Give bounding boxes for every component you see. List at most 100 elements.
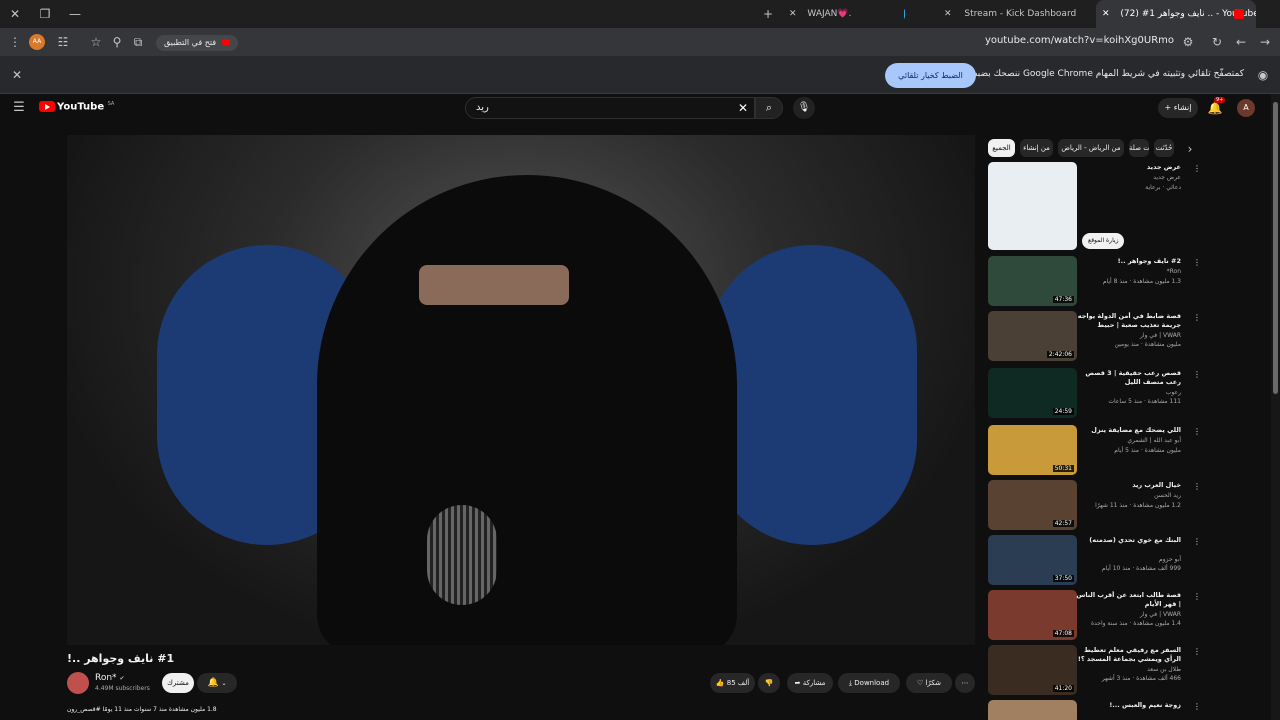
chip-all[interactable]: الجميع (988, 139, 1015, 157)
default-browser-infobar: ✕ ننصحك بضبط Google Chrome كمتصفّح تلقائ… (0, 56, 1280, 94)
rec-duration: 2:42:06 (1046, 351, 1074, 358)
download-icon: ⤓ (848, 679, 853, 687)
more-vert-icon[interactable]: ⋮ (1193, 370, 1201, 379)
recommendation-item[interactable]: 2:42:06 قصة ضابط في أمن الدولة يواجه جري… (988, 311, 1203, 363)
video-player[interactable] (67, 135, 975, 645)
more-actions-button[interactable]: ⋯ (955, 673, 975, 693)
channel-name[interactable]: Ron* ✔ (95, 673, 124, 683)
recommendation-item[interactable]: 37:50 البنك مع خوي تحدي (صدمته) أبو حزوم… (988, 535, 1203, 587)
open-in-app-label: فتح في التطبيق (164, 38, 217, 47)
forward-icon[interactable]: ← (1231, 32, 1251, 52)
recommendation-item[interactable]: 50:31 اللي يضحك مع مضايقة ينزل أبو عبد ا… (988, 425, 1203, 477)
rec-title: عرض جديد (1146, 163, 1181, 171)
more-vert-icon[interactable]: ⋮ (1193, 482, 1201, 491)
chip-from-riyadh[interactable]: من الرياض - الرياض (1058, 139, 1124, 157)
youtube-logo[interactable]: YouTube SA (39, 101, 114, 115)
close-tab-icon[interactable]: ✕ (1102, 9, 1110, 19)
bookmark-star-icon[interactable]: ☆ (86, 32, 106, 52)
download-button[interactable]: ⤓ Download (838, 673, 900, 693)
close-infobar-icon[interactable]: ✕ (7, 65, 27, 85)
tab-wajan[interactable]: ✕ WAJAN💗. (785, 0, 905, 28)
thanks-label: شكرًا (925, 679, 942, 687)
restore-window-icon[interactable]: ❐ (35, 4, 55, 24)
youtube-play-icon (39, 101, 55, 112)
zoom-icon[interactable]: ⚲ (107, 32, 127, 52)
open-in-app-button[interactable]: فتح في التطبيق (156, 35, 238, 51)
reload-icon[interactable]: ↻ (1207, 32, 1227, 52)
dislike-button[interactable]: 👎 (758, 673, 780, 693)
voice-search-button[interactable]: 🎙 (793, 97, 815, 119)
scrollbar-thumb[interactable] (1273, 102, 1278, 394)
chrome-icon: ◉ (1257, 68, 1269, 82)
back-icon[interactable]: → (1255, 32, 1275, 52)
recommendation-item[interactable]: 47:36 #2 نايف وجواهر ..! Ron* 1.3 مليون … (988, 256, 1203, 308)
like-button[interactable]: 👍 85 ألف (710, 673, 755, 693)
channel-name-text: Ron* (95, 673, 117, 683)
rec-thumbnail[interactable]: 50:31 (988, 425, 1077, 475)
new-tab-icon[interactable]: + (758, 4, 778, 24)
rec-meta: 999 ألف مشاهدة · منذ 10 أيام (1101, 565, 1181, 572)
subscribe-button[interactable]: مشترك (162, 673, 194, 693)
rec-duration: 50:31 (1052, 465, 1074, 472)
search-icon: ⌕ (765, 101, 773, 114)
rec-thumbnail[interactable]: 47:08 (988, 590, 1077, 640)
hamburger-menu-icon[interactable]: ☰ (9, 98, 29, 118)
close-tab-icon[interactable]: ✕ (789, 9, 797, 19)
chips-next-arrow-icon[interactable]: › (1180, 139, 1200, 159)
recommendation-item[interactable]: 24:59 قصص رعب حقيقية | 3 قصص رعب متصف ال… (988, 368, 1203, 420)
more-vert-icon[interactable]: ⋮ (1193, 427, 1201, 436)
create-button[interactable]: + إنشاء (1158, 98, 1198, 118)
rec-title: البنك مع خوي تحدي (صدمته) (1089, 536, 1181, 544)
thanks-button[interactable]: ♡ شكرًا (906, 673, 952, 693)
more-vert-icon[interactable]: ⋮ (1193, 537, 1201, 546)
more-vert-icon[interactable]: ⋮ (1193, 313, 1201, 322)
tab-kick-dashboard[interactable]: ✕ Stream - Kick Dashboard (940, 0, 1090, 28)
rec-thumbnail[interactable]: 24:59 (988, 368, 1077, 418)
sponsored-card[interactable]: عرض جديد عرض جديد دعائي · برعاية زيارة ا… (988, 162, 1203, 252)
zoom-badge[interactable]: AA (29, 34, 45, 50)
more-vert-icon[interactable]: ⋮ (1193, 258, 1201, 267)
chip-recent[interactable]: حُدّثت (1154, 139, 1174, 157)
close-tab-icon[interactable]: ✕ (944, 9, 952, 19)
recommendation-item[interactable]: 47:08 قصة طالب ابتعد عن أقرب الناس | قهر… (988, 590, 1203, 642)
channel-avatar[interactable] (67, 672, 89, 694)
install-app-icon[interactable]: ⧉ (128, 32, 148, 52)
recommendation-item[interactable]: 42:57 خيال العرب ريد ريد الحسن 1.2 مليون… (988, 480, 1203, 532)
more-vert-icon[interactable]: ⋮ (1193, 702, 1201, 711)
more-vert-icon[interactable]: ⋮ (1193, 592, 1201, 601)
reading-icon[interactable]: ☷ (53, 32, 73, 52)
close-window-icon[interactable]: ✕ (5, 4, 25, 24)
rec-meta: مليون مشاهدة · منذ 5 أيام (1114, 447, 1181, 454)
rec-thumbnail[interactable]: 41:20 (988, 645, 1077, 695)
account-avatar[interactable]: A (1237, 99, 1255, 117)
description-summary[interactable]: 1.8 مليون مشاهدة منذ 7 سنوات منذ 11 يومً… (67, 706, 217, 713)
recommendation-item[interactable]: زوجة نعيم والعبس ...! ⋮ (988, 700, 1203, 720)
set-default-button[interactable]: الضبط كخيار تلقائي (885, 63, 976, 88)
clear-search-icon[interactable]: ✕ (733, 98, 753, 118)
notification-count-badge: 9+ (1214, 97, 1226, 103)
tab-youtube[interactable]: ✕ (72) #1 نايف وجواهر .. - YouTube (1096, 0, 1256, 28)
visit-site-button[interactable]: زيارة الموقع (1082, 233, 1125, 249)
search-query: ريد (476, 102, 489, 113)
more-vert-icon[interactable]: ⋮ (1193, 164, 1201, 173)
search-button[interactable]: ⌕ (755, 97, 783, 119)
notification-settings-button[interactable]: 🔔 ⌄ (197, 673, 237, 693)
url-text[interactable]: youtube.com/watch?v=koihXg0URmo (985, 35, 1174, 46)
more-vert-icon[interactable]: ⋮ (1193, 647, 1201, 656)
chip-related[interactable]: ذات صلة (1129, 139, 1149, 157)
share-button[interactable]: ➦ مشاركة (787, 673, 833, 693)
search-input[interactable]: ريد (465, 97, 755, 119)
site-settings-icon[interactable]: ⚙ (1178, 32, 1198, 52)
menu-icon[interactable]: ⋮ (5, 32, 25, 52)
rec-thumbnail[interactable] (988, 700, 1077, 720)
rec-thumbnail[interactable]: 47:36 (988, 256, 1077, 306)
recommendation-item[interactable]: 41:20 السفر مع رفيقي معلم تعطيط الرأي وي… (988, 645, 1203, 697)
rec-thumbnail[interactable]: 2:42:06 (988, 311, 1077, 361)
minimize-window-icon[interactable]: — (65, 4, 85, 24)
chip-from-creator[interactable]: من إنشاء (1020, 139, 1053, 157)
tab-label: WAJAN💗. (807, 9, 852, 19)
sponsored-thumbnail[interactable] (988, 162, 1077, 250)
rec-thumbnail[interactable]: 42:57 (988, 480, 1077, 530)
rec-thumbnail[interactable]: 37:50 (988, 535, 1077, 585)
rec-channel: أبو حزوم (1159, 556, 1181, 563)
